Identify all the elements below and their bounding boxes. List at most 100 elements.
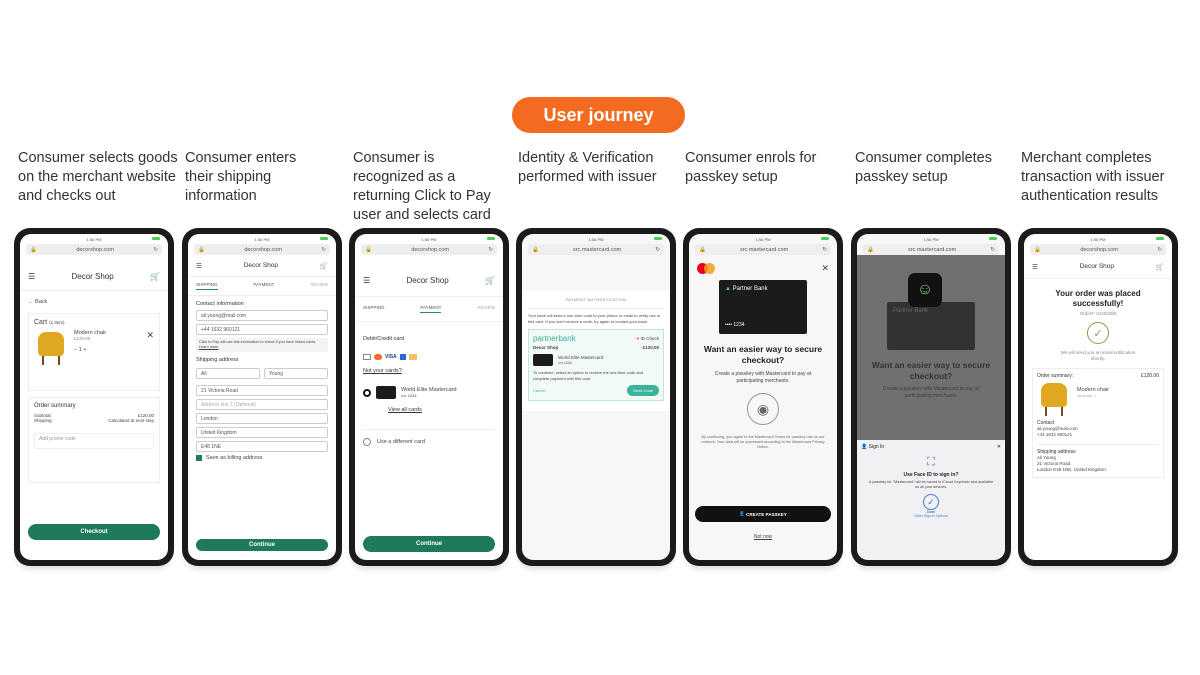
checkout-button[interactable]: Checkout [28, 524, 160, 540]
lock-icon: 🔒 [867, 246, 874, 253]
tab-shipping[interactable]: SHIPPING [196, 282, 218, 290]
lock-icon: 🔒 [1034, 246, 1041, 253]
address-bar[interactable]: 🔒 decorshop.com ↻ [1030, 244, 1166, 255]
step-caption: Consumer enrols for passkey setup [685, 150, 817, 185]
cancel-link[interactable]: Cancel [533, 388, 545, 393]
card-last4: •••• 1234 [725, 322, 745, 328]
phone-passkey-enrol: 1:56 PM 🔒 src.mastercard.com ↻ ✕ ▲ Partner… [683, 228, 843, 566]
not-your-cards-link[interactable]: Not your cards? [363, 368, 495, 374]
reload-icon[interactable]: ↻ [990, 247, 995, 253]
radio-unselected[interactable] [363, 438, 371, 446]
url-text: src.mastercard.com [572, 246, 622, 253]
order-number: Order#: 01203450 [1079, 311, 1117, 316]
address-bar[interactable]: 🔒 decorshop.com ↻ [26, 244, 162, 255]
address-bar[interactable]: 🔒 src.mastercard.com ↻ [863, 244, 999, 255]
last-name-field[interactable]: Young [264, 368, 328, 379]
tab-shipping[interactable]: SHIPPING [363, 305, 385, 313]
status-time: 1:56 PM [755, 236, 771, 242]
reload-icon[interactable]: ↻ [822, 247, 827, 253]
user-journey-title: User journey [512, 97, 685, 133]
phone-order-confirmation: 1:56 PM 🔒 decorshop.com ↻ ☰ Decor Shop 🛒 You… [1018, 228, 1178, 566]
shipping-address-heading: Shipping address [1037, 444, 1159, 455]
view-all-cards-link[interactable]: View all cards [388, 407, 495, 413]
product-quantity: Quantity: 1 [1077, 393, 1097, 398]
first-name-field[interactable]: Ali [196, 368, 260, 379]
different-card-option[interactable]: Use a different card [363, 429, 495, 446]
promo-code-input[interactable]: Add promo code [34, 433, 154, 449]
menu-icon[interactable]: ☰ [1032, 263, 1038, 271]
close-icon[interactable]: ✕ [997, 444, 1001, 450]
battery-icon [152, 237, 160, 240]
url-text: src.mastercard.com [739, 246, 789, 253]
city-field[interactable]: London [196, 413, 328, 424]
cart-icon[interactable]: 🛒 [485, 276, 495, 285]
address-bar[interactable]: 🔒 decorshop.com ↻ [194, 244, 330, 255]
email-field[interactable]: ali.young@mail.com [196, 310, 328, 321]
battery-icon [320, 237, 328, 240]
reload-icon[interactable]: ↻ [153, 247, 158, 253]
radio-selected[interactable] [363, 388, 371, 397]
remove-icon[interactable]: ✕ [146, 330, 154, 366]
step-caption: Identity & Verification performed with i… [518, 150, 657, 185]
card-bank-name: Partner Bank [732, 286, 768, 292]
step-caption: Merchant completes transaction with issu… [1021, 150, 1165, 204]
tab-payment[interactable]: PAYMENT [420, 305, 442, 313]
battery-icon [487, 237, 495, 240]
chair-image [1037, 381, 1071, 417]
card-image [376, 386, 396, 399]
cart-icon[interactable]: 🛒 [1156, 263, 1164, 271]
back-link[interactable]: ← Back [28, 299, 160, 305]
cart-icon[interactable]: 🛒 [320, 262, 328, 270]
postcode-field[interactable]: E48 1NE [196, 441, 328, 452]
partner-bank-card: ▲ Partner Bank •••• 1234 [719, 280, 807, 334]
reload-icon[interactable]: ↻ [488, 247, 493, 253]
create-passkey-button[interactable]: 👤 CREATE PASSKEY [695, 506, 831, 522]
user-key-icon: 👤 [739, 511, 747, 516]
address-bar[interactable]: 🔒 src.mastercard.com ↻ [528, 244, 664, 255]
menu-icon[interactable]: ☰ [363, 276, 370, 285]
reload-icon[interactable]: ↻ [1157, 247, 1162, 253]
close-icon[interactable]: ✕ [821, 263, 829, 274]
address-bar[interactable]: 🔒 src.mastercard.com ↻ [695, 244, 831, 255]
country-select[interactable]: United Kingdom [196, 427, 328, 438]
learn-more-link[interactable]: Learn more [199, 345, 218, 349]
quantity-stepper[interactable]: − 1 + [74, 347, 140, 353]
send-code-button[interactable]: Send Code [626, 385, 659, 396]
cart-panel: Cart (1 item) Modern chair £120.00 − 1 + … [28, 313, 160, 391]
saved-card-option[interactable]: World Elite Mastercard •••• 1234 [363, 386, 495, 399]
address-line2-field[interactable]: Address line 2 (Optional) [196, 399, 328, 410]
contact-phone: +44 1632 960121 [1037, 432, 1073, 437]
card-brand-icons: VISA [363, 354, 495, 360]
tab-review[interactable]: REVIEW [310, 282, 328, 290]
phone-authentication: 1:56 PM 🔒 src.mastercard.com ↻ PAYMENT AUT… [516, 228, 676, 566]
auth-heading: PAYMENT AUTHENTICATION [565, 297, 627, 302]
cart-icon[interactable]: 🛒 [150, 272, 160, 281]
reload-icon[interactable]: ↻ [655, 247, 660, 253]
debit-credit-label: Debit/Credit card [363, 336, 405, 342]
status-time: 1:56 PM [254, 236, 270, 242]
sign-in-sheet: 👤 Sign In ✕ ⛶ Use Face ID to sign in? A p… [857, 440, 1005, 560]
tab-review[interactable]: REVIEW [477, 305, 495, 313]
status-time: 1:56 PM [421, 236, 437, 242]
phone-payment: 1:56 PM 🔒 decorshop.com ↻ ☰ Decor Shop 🛒 SHI… [349, 228, 509, 566]
save-billing-label: Save as billing address [206, 455, 263, 461]
lock-icon: 🔒 [198, 246, 205, 253]
save-billing-checkbox[interactable] [196, 455, 202, 461]
not-now-link[interactable]: Not now [689, 534, 837, 540]
other-sign-in-link[interactable]: Other Sign In Options [861, 514, 1001, 518]
order-summary: Order summary Subtotal: £120.00 Shipping:… [28, 397, 160, 483]
continue-button[interactable]: Continue [363, 536, 495, 552]
face-scan-icon: ⛶ [927, 456, 935, 468]
face-id-icon: ☺ [908, 273, 942, 307]
address-bar[interactable]: 🔒 decorshop.com ↻ [361, 244, 497, 255]
menu-icon[interactable]: ☰ [196, 262, 202, 270]
continue-button[interactable]: Continue [196, 539, 328, 551]
reload-icon[interactable]: ↻ [321, 247, 326, 253]
menu-icon[interactable]: ☰ [28, 272, 35, 281]
phone-field[interactable]: +44 1632 960121 [196, 324, 328, 335]
done-check-icon[interactable]: ✓ [923, 494, 939, 510]
address-line1-field[interactable]: 21 Victoria Road [196, 385, 328, 396]
cart-heading: Cart [34, 319, 48, 326]
passkey-legal: By continuing, you agree to the Masterca… [701, 435, 825, 449]
tab-payment[interactable]: PAYMENT [253, 282, 274, 290]
